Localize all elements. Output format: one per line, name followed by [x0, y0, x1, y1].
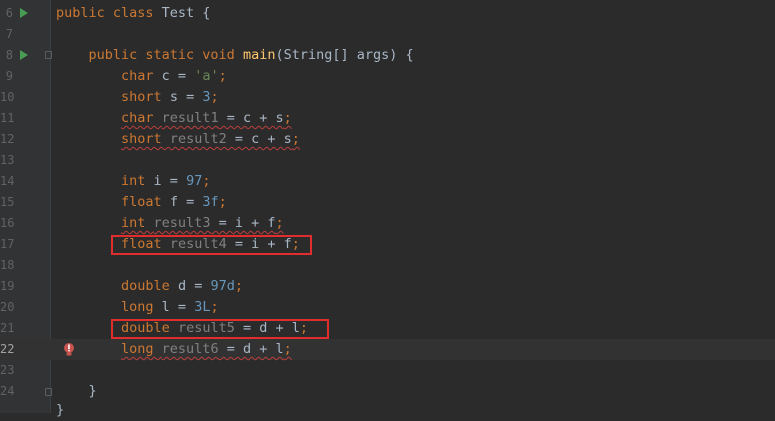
line-number: 8 — [5, 48, 13, 62]
code-line[interactable]: 24 } — [0, 381, 775, 402]
code-line[interactable]: 6 public class Test { — [0, 3, 775, 24]
code-line[interactable]: 14 int i = 97; — [0, 171, 775, 192]
line-number: 6 — [5, 6, 13, 20]
line-number: 21 — [0, 321, 15, 335]
code-line[interactable]: 10 short s = 3; — [0, 87, 775, 108]
code-text: int result3 = i + f; — [121, 215, 284, 231]
code-text: float f = 3f; — [121, 194, 227, 210]
run-gutter-icon[interactable] — [20, 8, 28, 18]
code-line[interactable]: 18 — [0, 255, 775, 276]
line-number: 7 — [5, 27, 13, 41]
closing-brace: } — [56, 402, 65, 418]
highlight-box-result5 — [111, 319, 329, 339]
line-number: 17 — [0, 237, 15, 251]
line-number: 23 — [0, 363, 15, 377]
line-number: 13 — [0, 153, 15, 167]
line-number: 10 — [0, 90, 15, 104]
line-number: 20 — [0, 300, 15, 314]
line-number: 9 — [5, 69, 13, 83]
code-text: char c = 'a'; — [121, 68, 227, 84]
code-text: long l = 3L; — [121, 299, 219, 315]
code-line[interactable]: 22 long result6 = d + l; — [0, 339, 775, 360]
code-line[interactable]: 15 float f = 3f; — [0, 192, 775, 213]
highlight-box-result4 — [111, 235, 312, 255]
line-number: 12 — [0, 132, 15, 146]
code-text: } — [56, 383, 97, 399]
code-line[interactable]: 7 — [0, 24, 775, 45]
code-line[interactable]: 8 public static void main(String[] args)… — [0, 45, 775, 66]
line-number: 24 — [0, 384, 15, 398]
fold-marker-icon[interactable] — [45, 388, 52, 396]
line-number: 19 — [0, 279, 15, 293]
run-gutter-icon[interactable] — [20, 50, 28, 60]
line-number: 15 — [0, 195, 15, 209]
code-line[interactable]: 9 char c = 'a'; — [0, 66, 775, 87]
code-line[interactable]: 16 int result3 = i + f; — [0, 213, 775, 234]
line-number: 11 — [0, 111, 15, 125]
code-text: char result1 = c + s; — [121, 110, 292, 126]
code-line[interactable]: 13 — [0, 150, 775, 171]
code-line[interactable]: 11 char result1 = c + s; — [0, 108, 775, 129]
line-number: 14 — [0, 174, 15, 188]
code-text: short s = 3; — [121, 89, 219, 105]
code-text: public static void main(String[] args) { — [88, 47, 414, 63]
code-line[interactable]: 23 — [0, 360, 775, 381]
line-number: 16 — [0, 216, 15, 230]
line-number: 22 — [0, 342, 15, 356]
line-number: 18 — [0, 258, 15, 272]
code-text: long result6 = d + l; — [121, 341, 292, 357]
code-line[interactable]: 12 short result2 = c + s; — [0, 129, 775, 150]
code-text: public class Test { — [56, 5, 211, 21]
fold-marker-icon[interactable] — [45, 51, 52, 59]
code-text: double d = 97d; — [121, 278, 243, 294]
code-line[interactable]: 20 long l = 3L; — [0, 297, 775, 318]
code-text: short result2 = c + s; — [121, 131, 300, 147]
code-line[interactable]: 19 double d = 97d; — [0, 276, 775, 297]
code-text: int i = 97; — [121, 173, 211, 189]
